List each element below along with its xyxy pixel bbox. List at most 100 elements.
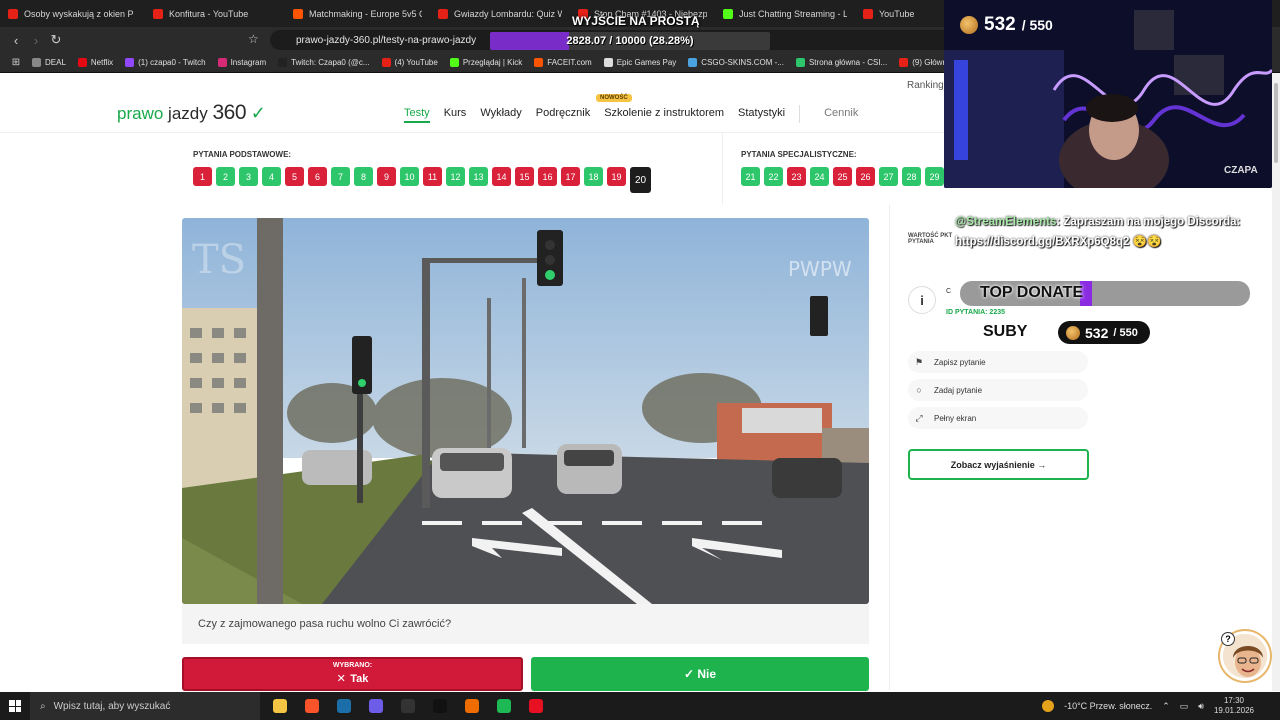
question-number-button[interactable]: 5 (285, 167, 304, 186)
question-number-button[interactable]: 29 (925, 167, 944, 186)
tab-title: YouTube (879, 8, 915, 19)
weather-text[interactable]: -10°C Przew. słonecz. (1064, 701, 1152, 711)
nav-item-szkolenie-z-instruktorem[interactable]: Szkolenie z instruktorem (604, 107, 724, 123)
selected-label: WYBRANO: (332, 662, 373, 669)
question-number-button[interactable]: 4 (262, 167, 281, 186)
sidebar-action-1[interactable]: ○ Zadaj pytanie (908, 379, 1088, 401)
nav-item-kurs[interactable]: Kurs (444, 107, 467, 123)
nav-item-statystyki[interactable]: Statystyki (738, 107, 785, 123)
browser-tab[interactable]: Konfitura - YouTube (145, 0, 285, 27)
back-icon[interactable]: ‹ (6, 33, 26, 48)
taskbar-app-icon[interactable] (488, 692, 520, 720)
question-number-button[interactable]: 19 (607, 167, 626, 186)
bookmark-item[interactable]: (1) czapa0 - Twitch (119, 58, 211, 67)
question-number-button[interactable]: 16 (538, 167, 557, 186)
question-number-button[interactable]: 12 (446, 167, 465, 186)
browser-tab[interactable]: Osoby wyskakują z okien P (0, 0, 145, 27)
taskbar-app-icon[interactable] (328, 692, 360, 720)
taskbar-app-icon[interactable] (392, 692, 424, 720)
tray-chevron-icon[interactable]: ⌃ (1162, 701, 1170, 712)
taskbar-app-icon[interactable] (520, 692, 552, 720)
bookmark-item[interactable]: FACEIT.com (528, 58, 597, 67)
question-number-button[interactable]: 2 (216, 167, 235, 186)
webcam-count-value: 532 (984, 14, 1016, 35)
bookmark-item[interactable]: Instagram (212, 58, 273, 67)
nav-item-testy[interactable]: Testy (404, 107, 430, 123)
bookmark-label: (4) YouTube (394, 58, 438, 67)
question-number-button[interactable]: 7 (331, 167, 350, 186)
reload-icon[interactable]: ↻ (46, 32, 66, 48)
question-number-button[interactable]: 26 (856, 167, 875, 186)
clock[interactable]: 17:30 19.01.2026 (1214, 696, 1254, 716)
help-question-icon[interactable]: ? (1221, 632, 1235, 646)
question-number-button[interactable]: 9 (377, 167, 396, 186)
question-photo: PWPW TS (182, 218, 869, 604)
site-logo[interactable]: prawo jazdy 360 ✓ (117, 101, 266, 125)
question-number-button[interactable]: 3 (239, 167, 258, 186)
bookmark-page-icon[interactable]: ☆ (248, 32, 259, 46)
browser-tab[interactable]: Gwiazdy Lombardu: Quiz Wied (430, 0, 570, 27)
browser-tab[interactable]: YouTube (855, 0, 940, 27)
question-number-button[interactable]: 25 (833, 167, 852, 186)
bookmark-item[interactable]: Twitch: Czapa0 (@c... (272, 58, 375, 67)
question-number-button[interactable]: 20 (630, 167, 651, 193)
answer-yes-button[interactable]: WYBRANO: ✕ Tak (182, 657, 523, 691)
forward-icon[interactable]: › (26, 33, 46, 48)
browser-tab[interactable]: Just Chatting Streaming - Live (715, 0, 855, 27)
question-number-button[interactable]: 23 (787, 167, 806, 186)
question-number-button[interactable]: 14 (492, 167, 511, 186)
taskbar-app-icon[interactable] (264, 692, 296, 720)
question-number-button[interactable]: 1 (193, 167, 212, 186)
webcam-sub-counter: 532 / 550 (960, 14, 1053, 36)
sidebar-action-0[interactable]: ⚑ Zapisz pytanie (908, 351, 1088, 373)
taskbar-app-icon[interactable] (296, 692, 328, 720)
question-number-button[interactable]: 10 (400, 167, 419, 186)
apps-icon[interactable]: ⊞ (6, 57, 26, 68)
sidebar-action-2[interactable]: ⤢ Pełny ekran (908, 407, 1088, 429)
see-explanation-button[interactable]: Zobacz wyjaśnienie → (908, 449, 1089, 480)
nav-item-cennik[interactable]: Cennik (824, 107, 858, 123)
bookmark-item[interactable]: CSGO-SKINS.COM -... (682, 58, 790, 67)
tab-title: Matchmaking - Europe 5v5 Q (309, 8, 422, 19)
bookmark-item[interactable]: (4) YouTube (376, 58, 444, 67)
question-number-button[interactable]: 15 (515, 167, 534, 186)
taskbar-app-icon[interactable] (424, 692, 456, 720)
coin-icon (1066, 325, 1080, 340)
tab-favicon-icon (293, 8, 303, 19)
url-text: prawo-jazdy-360.pl/testy-na-prawo-jazdy (296, 34, 477, 46)
page-scrollbar[interactable] (1272, 73, 1280, 691)
question-number-button[interactable]: 13 (469, 167, 488, 186)
taskbar-app-icon[interactable] (360, 692, 392, 720)
answer-no-button[interactable]: ✓ Nie (531, 657, 869, 691)
browser-tab[interactable]: Matchmaking - Europe 5v5 Q (285, 0, 430, 27)
volume-icon[interactable]: 🔊︎ (1198, 701, 1204, 712)
ranking-link[interactable]: Ranking (907, 80, 944, 91)
question-number-button[interactable]: 18 (584, 167, 603, 186)
start-button[interactable] (0, 692, 30, 720)
bookmark-favicon-icon (77, 58, 87, 67)
question-number-button[interactable]: 22 (764, 167, 783, 186)
question-number-button[interactable]: 17 (561, 167, 580, 186)
question-number-button[interactable]: 24 (810, 167, 829, 186)
bookmark-item[interactable]: DEAL (26, 58, 72, 67)
bookmark-item[interactable]: Epic Games Pay (598, 58, 683, 67)
nav-item-podręcznik[interactable]: Podręcznik (536, 107, 590, 123)
taskbar-search[interactable]: ⌕ Wpisz tutaj, aby wyszukać (30, 692, 260, 720)
question-number-button[interactable]: 11 (423, 167, 442, 186)
taskbar-app-icon[interactable] (456, 692, 488, 720)
scrollbar-thumb[interactable] (1274, 83, 1278, 163)
tab-favicon-icon (8, 8, 18, 19)
bookmark-label: (1) czapa0 - Twitch (138, 58, 206, 67)
question-number-button[interactable]: 27 (879, 167, 898, 186)
basic-questions-panel: PYTANIA PODSTAWOWE: 1 2 3 4 5 6 7 8 9 10 11 12 13 14 1… (193, 133, 713, 205)
network-icon[interactable]: ▭ (1180, 701, 1189, 712)
app-icon (401, 699, 415, 713)
question-number-button[interactable]: 8 (354, 167, 373, 186)
nav-item-wykłady[interactable]: Wykłady (480, 107, 521, 123)
question-number-button[interactable]: 28 (902, 167, 921, 186)
question-number-button[interactable]: 21 (741, 167, 760, 186)
bookmark-item[interactable]: Przeglądaj | Kick (444, 58, 528, 67)
question-number-button[interactable]: 6 (308, 167, 327, 186)
bookmark-item[interactable]: Netflix (72, 58, 119, 67)
bookmark-item[interactable]: Strona główna - CSI... (790, 58, 893, 67)
